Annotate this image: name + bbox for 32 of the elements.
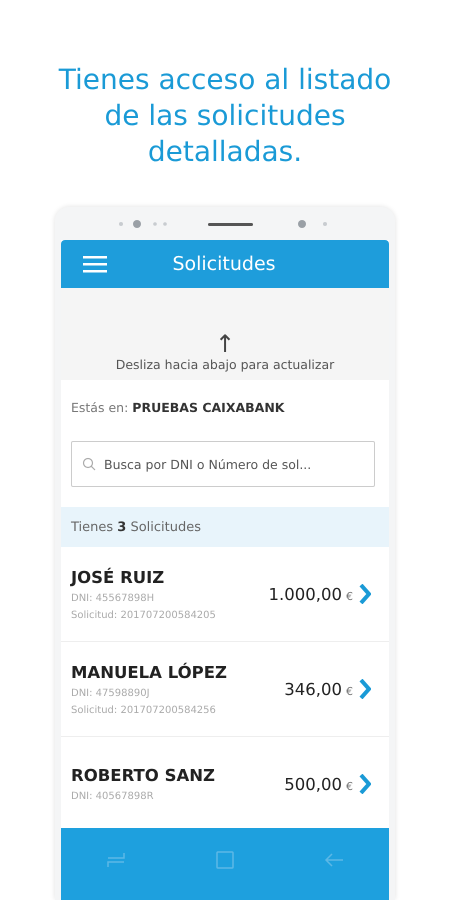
currency: € [346,590,353,602]
dni-text: DNI: 45567898H [71,592,156,604]
dni-text: DNI: 47598890J [71,688,151,698]
refresh-hint: Desliza hacia abajo para actualizar [116,357,334,372]
dni-text: DNI: 40567898R [71,791,155,802]
chevron-right-icon [359,774,371,794]
request-number: Solicitud: 201707200584256 [71,704,217,716]
client-name: JOSÉ RUIZ [71,568,166,586]
chevron-right-icon [359,584,371,604]
recents-icon[interactable] [106,851,126,869]
search-field[interactable]: Busca por DNI o Número de sol... [71,441,375,487]
menu-icon[interactable] [83,255,107,273]
request-item[interactable]: JOSÉ RUIZ DNI: 45567898H Solicitud: 201707200584205 1.000,00 € [61,547,389,642]
headline: Tienes acceso al listado de las solicitudes detalladas. [58,62,392,170]
amount: 346,00 [284,680,342,698]
back-icon[interactable] [324,852,344,868]
up-arrow-icon: ↑ [214,331,236,357]
location-label: Estás en: [71,400,128,415]
location-value: PRUEBAS CAIXABANK [132,400,284,415]
screen-title: Solicitudes [171,253,277,275]
currency: € [346,780,353,792]
chevron-right-icon [359,679,371,699]
home-icon[interactable] [214,850,235,870]
client-name: ROBERTO SANZ [71,766,216,785]
request-item[interactable]: MANUELA LÓPEZ DNI: 47598890J Solicitud: 201707200584256 346,00 € [61,642,389,737]
request-count: Tienes 3 Solicitudes [61,507,389,547]
currency: € [346,684,353,698]
amount: 1.000,00 [268,584,342,604]
client-name: MANUELA LÓPEZ [71,662,228,682]
search-icon [82,457,96,471]
amount: 500,00 [284,774,342,794]
request-number: Solicitud: 201707200584205 [71,610,217,620]
